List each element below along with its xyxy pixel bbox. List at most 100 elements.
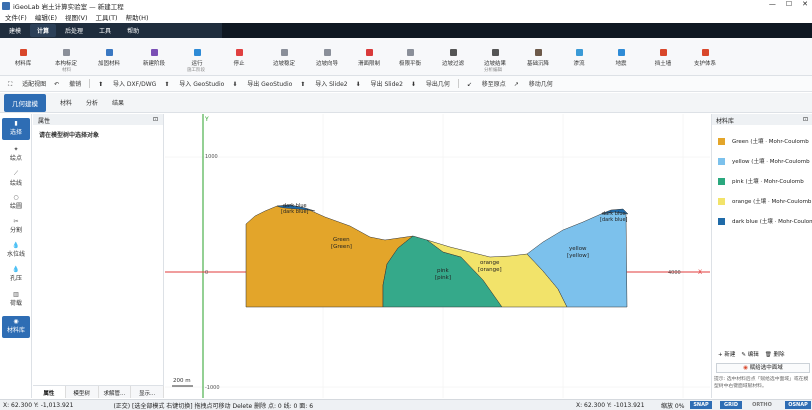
slope-result-button[interactable]: 边坡结果 bbox=[475, 49, 515, 67]
material-hint: 提示: 选中材料后点「赋给选中面域」或在模型树中右键面域赋材料。 bbox=[714, 377, 809, 389]
app-logo-icon bbox=[2, 1, 10, 10]
split-tool[interactable]: ✂ 分割 bbox=[2, 216, 30, 238]
reinforcement-material-button[interactable]: 加固材料 bbox=[89, 49, 129, 67]
tab-modeling[interactable]: 建模 bbox=[2, 24, 28, 37]
filter-icon bbox=[449, 49, 457, 56]
earthquake-button[interactable]: 地震 bbox=[601, 49, 641, 67]
import-slide2-button[interactable]: ⬆ 导入 Slide2 bbox=[300, 79, 347, 88]
panel-pin-icon[interactable]: ⊡ bbox=[803, 116, 808, 123]
grid-toggle[interactable]: GRID bbox=[720, 401, 742, 409]
material-item[interactable]: pink (土壤 · Mohr-Coulomb bbox=[712, 170, 812, 192]
swatch-orange bbox=[718, 197, 725, 205]
assign-material-button[interactable]: ◉ 赋给选中面域 bbox=[716, 363, 810, 373]
y-tick-label: 1000 bbox=[205, 154, 218, 160]
material-item[interactable]: Green (土壤 · Mohr-Coulomb bbox=[712, 130, 812, 152]
import-dxf-button[interactable]: ⬆ 导入 DXF/DWG bbox=[98, 79, 156, 88]
export-geostudio-button[interactable]: ⬇ 导出 GeoStudio bbox=[232, 79, 292, 88]
tab-postprocess[interactable]: 后处理 bbox=[58, 24, 90, 37]
analysis-mode-button[interactable]: 分析 bbox=[86, 98, 98, 107]
water-drop-icon: 💧 bbox=[12, 242, 20, 249]
export-geometry-button[interactable]: ⬇ 导出几何 bbox=[411, 79, 450, 88]
draw-line-tool[interactable]: ⟋ 绘线 bbox=[2, 168, 30, 190]
constitutive-calibration-button[interactable]: 本构标定 bbox=[46, 49, 86, 67]
menu-edit[interactable]: 编辑(E) bbox=[35, 12, 57, 22]
properties-title: 属性 bbox=[38, 118, 51, 125]
move-to-origin-button[interactable]: ↙ 移至原点 bbox=[467, 79, 506, 88]
zoom-level: 缩放 0% bbox=[661, 402, 685, 410]
retaining-wall-button[interactable]: 挡土墙 bbox=[643, 49, 683, 67]
slope-wizard-button[interactable]: 边坡向导 bbox=[307, 49, 347, 67]
material-item[interactable]: yellow (土壤 · Mohr-Coulomb bbox=[712, 150, 812, 172]
load-icon: ▥ bbox=[13, 291, 19, 298]
delete-material-button[interactable]: 🗑 删除 bbox=[765, 350, 785, 358]
drop-icon bbox=[575, 49, 583, 56]
select-tool[interactable]: ▮ 选择 bbox=[2, 118, 30, 140]
minimize-button[interactable]: — bbox=[769, 0, 776, 8]
osnap-toggle[interactable]: OSNAP bbox=[785, 401, 811, 409]
tab-properties[interactable]: 属性 bbox=[33, 386, 66, 398]
fit-view-button[interactable]: ⛶ 适配视图 bbox=[8, 79, 46, 89]
seepage-button[interactable]: 渗流 bbox=[559, 49, 599, 67]
slope-filter-button[interactable]: 边坡过滤 bbox=[433, 49, 473, 67]
menu-tools[interactable]: 工具(T) bbox=[96, 12, 118, 22]
material-item[interactable]: dark blue (土壤 · Mohr-Coulomb bbox=[712, 210, 812, 232]
model-canvas[interactable]: Y X 1000 0 -1000 1000 4000 Green [Green]… bbox=[165, 114, 710, 398]
tab-tools[interactable]: 工具 bbox=[92, 24, 118, 37]
load-tool[interactable]: ▥ 荷载 bbox=[2, 289, 30, 311]
tab-display[interactable]: 显示... bbox=[131, 386, 164, 398]
draw-point-tool[interactable]: ✦ 绘点 bbox=[2, 144, 30, 166]
group-label-material: 材料 bbox=[62, 68, 71, 73]
file-toolbar: ⛶ 适配视图 ↶ 撤销 ⬆ 导入 DXF/DWG ⬆ 导入 GeoStudio … bbox=[0, 76, 812, 92]
region-label-yellow: yellow bbox=[569, 246, 587, 252]
move-geometry-button[interactable]: ↗ 移动几何 bbox=[514, 79, 553, 88]
edit-material-button[interactable]: ✎ 编辑 bbox=[741, 350, 758, 358]
tab-solver[interactable]: 求解管... bbox=[99, 386, 132, 398]
material-library-tool[interactable]: ◉ 材料库 bbox=[2, 316, 30, 338]
menu-view[interactable]: 视图(V) bbox=[65, 12, 88, 22]
material-item[interactable]: orange (土壤 · Mohr-Coulomb bbox=[712, 190, 812, 212]
equilibrium-icon bbox=[406, 49, 414, 56]
run-button[interactable]: 运行 bbox=[177, 49, 217, 67]
region-label-pink: pink bbox=[437, 268, 450, 274]
draw-circle-tool[interactable]: ○ 绘圆 bbox=[2, 192, 30, 214]
material-library-button[interactable]: 材料库 bbox=[3, 49, 43, 67]
geometry-view[interactable]: Y X 1000 0 -1000 1000 4000 Green [Green]… bbox=[165, 114, 710, 398]
water-line-tool[interactable]: 💧 水位线 bbox=[2, 240, 30, 262]
swatch-green bbox=[718, 137, 725, 145]
tab-compute[interactable]: 计算 bbox=[30, 24, 57, 37]
x-tick-label: 4000 bbox=[668, 270, 681, 276]
new-material-button[interactable]: + 新建 bbox=[718, 350, 735, 358]
menu-help[interactable]: 帮助(H) bbox=[126, 12, 149, 22]
pin-icon[interactable]: ⊡ bbox=[153, 116, 158, 123]
circle-icon: ○ bbox=[13, 194, 19, 201]
snap-toggle[interactable]: SNAP bbox=[690, 401, 712, 409]
divider bbox=[89, 79, 91, 88]
region-label-green: Green bbox=[333, 237, 350, 243]
result-mode-button[interactable]: 结果 bbox=[112, 98, 124, 107]
pore-pressure-tool[interactable]: 💧 孔压 bbox=[2, 264, 30, 286]
wizard-icon bbox=[323, 49, 331, 56]
maximize-button[interactable]: ☐ bbox=[786, 0, 792, 8]
tab-help[interactable]: 帮助 bbox=[120, 24, 146, 37]
ortho-toggle[interactable]: ORTHO bbox=[750, 401, 774, 409]
slope-stability-button[interactable]: 边坡稳定 bbox=[264, 49, 304, 67]
material-mode-button[interactable]: 材料 bbox=[60, 98, 72, 107]
tool-rail: ▮ 选择 ✦ 绘点 ⟋ 绘线 ○ 绘圆 ✂ 分割 💧 水位线 💧 孔压 ▥ 荷载 ◉ 材料库 bbox=[0, 114, 32, 398]
geometry-mode-button[interactable]: 几何建模 bbox=[4, 93, 46, 112]
slip-limit-button[interactable]: 滑面限制 bbox=[349, 49, 389, 67]
group-label-analysis: 分析编辑 bbox=[484, 68, 502, 73]
menu-bar: 文件(F) 编辑(E) 视图(V) 工具(T) 帮助(H) bbox=[0, 11, 812, 22]
menu-file[interactable]: 文件(F) bbox=[5, 12, 27, 22]
limit-equilibrium-button[interactable]: 极限平衡 bbox=[390, 49, 430, 67]
status-coords-right: X: 62.300 Y: -1013.921 bbox=[576, 401, 645, 409]
undo-button[interactable]: ↶ 撤销 bbox=[54, 79, 81, 88]
tab-model-tree[interactable]: 模型树 bbox=[66, 386, 99, 398]
support-system-button[interactable]: 支护体系 bbox=[685, 49, 725, 67]
export-slide2-button[interactable]: ⬇ 导出 Slide2 bbox=[356, 79, 403, 88]
import-geostudio-button[interactable]: ⬆ 导入 GeoStudio bbox=[164, 79, 224, 88]
close-button[interactable]: ✕ bbox=[802, 0, 808, 8]
new-stage-button[interactable]: 新建阶段 bbox=[134, 49, 174, 67]
foundation-settlement-button[interactable]: 基础沉降 bbox=[518, 49, 558, 67]
result-icon bbox=[491, 49, 499, 56]
stop-button[interactable]: 停止 bbox=[219, 49, 259, 67]
